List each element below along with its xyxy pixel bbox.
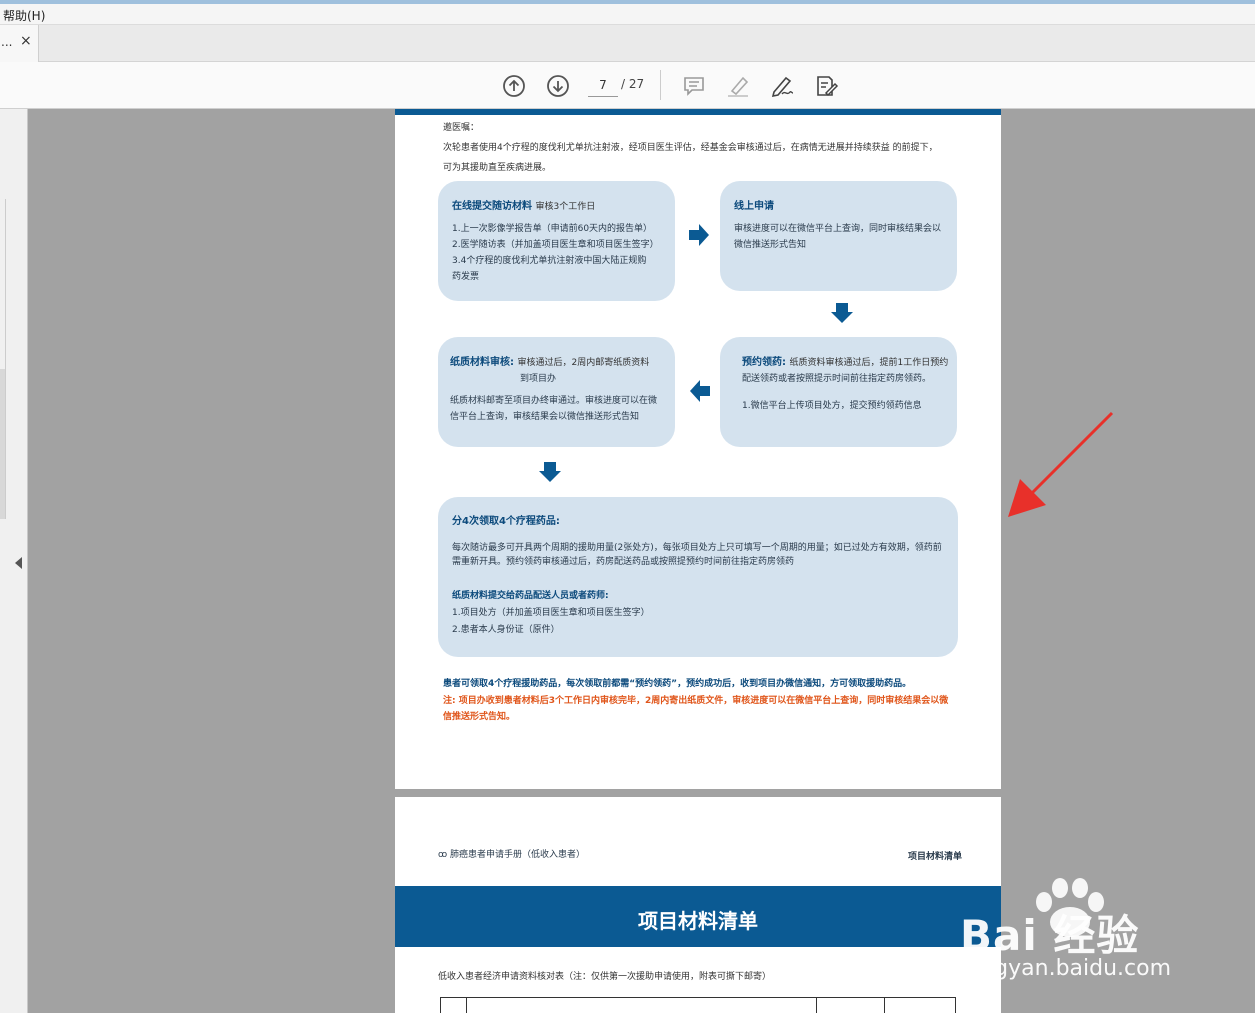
page-header-band (395, 109, 1001, 115)
tab-bar: ... × (0, 25, 1255, 62)
box5-title: 分4次领取4个疗程药品: (452, 516, 560, 527)
menu-help[interactable]: 帮助(H) (3, 7, 45, 24)
comment-icon (684, 77, 704, 96)
box4-title: 预约领药: (742, 357, 786, 368)
toolbar-divider (660, 70, 661, 100)
box3-title-note: 审核通过后，2周内邮寄纸质资料 (517, 358, 650, 368)
arrow-right-icon (689, 224, 709, 246)
page-number-input[interactable]: 7 (588, 73, 618, 97)
highlight-pen-icon (728, 76, 749, 97)
comment-button[interactable] (680, 72, 708, 100)
box2-line-1: 审核进度可以在微信平台上查询，同时审核结果会以 (734, 224, 942, 234)
box1-title-row: 在线提交随访材料 审核3个工作日 (452, 199, 595, 215)
box1-title: 在线提交随访材料 (452, 201, 532, 212)
box3-title: 纸质材料审核: (450, 357, 514, 368)
note-blue: 患者可领取4个疗程援助药品，每次领取前都需“预约领药”，预约成功后，收到项目办微… (443, 679, 912, 689)
header-left-text: 肺癌患者申请手册（低收入患者） (450, 850, 586, 860)
box4-line-3: 1.微信平台上传项目处方，提交预约领药信息 (742, 401, 922, 411)
page-total: / 27 (621, 77, 645, 91)
annotation-arrow-icon (1008, 411, 1114, 517)
collapse-panel-icon[interactable] (15, 557, 22, 569)
pdf-page-7: 邀医嘱： 次轮患者使用4个疗程的度伐利尤单抗注射液，经项目医生评估，经基金会审核… (395, 109, 1001, 789)
step-box-paper-review: 纸质材料审核: 审核通过后，2周内邮寄纸质资料 到项目办 纸质材料邮寄至项目办终… (438, 337, 675, 447)
arrow-left-icon (690, 380, 710, 402)
box1-item-4: 药发票 (452, 272, 480, 282)
pdf-page-8: ꝏ 肺癌患者申请手册（低收入患者） 项目材料清单 项目材料清单 低收入患者经济申… (395, 797, 1001, 1013)
box4-title-note: 纸质资料审核通过后，提前1工作日预约 (789, 358, 949, 368)
left-nav-panel (0, 109, 28, 1013)
box1-title-note: 审核3个工作日 (535, 202, 596, 212)
box4-title-row: 预约领药: 纸质资料审核通过后，提前1工作日预约 (742, 355, 948, 371)
arrow-down-icon (539, 462, 561, 482)
box4-line-2: 配送领药或者按照提示时间前往指定药房领药。 (742, 374, 932, 384)
box3-line-1: 纸质材料邮寄至项目办终审通过。审核进度可以在微 (450, 396, 658, 406)
table-rule (466, 998, 467, 1013)
note-orange-line-2: 信推送形式告知。 (443, 712, 516, 722)
intro-line-1: 次轮患者使用4个疗程的度伐利尤单抗注射液，经项目医生评估，经基金会审核通过后，在… (443, 143, 938, 153)
box1-item-2: 2.医学随访表（并加盖项目医生章和项目医生签字） (452, 240, 659, 250)
note-orange-line-1: 注: 项目办收到患者材料后3个工作日内审核完毕，2周内寄出纸质文件，审核进度可以… (443, 696, 949, 706)
box3-title-row: 纸质材料审核: 审核通过后，2周内邮寄纸质资料 (450, 355, 649, 371)
sign-button[interactable] (768, 72, 796, 100)
table-rule (955, 998, 956, 1013)
checklist-table (440, 997, 956, 1013)
tab-title-truncated: ... (1, 35, 13, 49)
page-title: 项目材料清单 (638, 909, 758, 933)
next-page-button[interactable] (544, 72, 572, 100)
step-box-reserve-drug: 预约领药: 纸质资料审核通过后，提前1工作日预约 配送领药或者按照提示时间前往指… (720, 337, 957, 447)
box3-line-2: 信平台上查询，审核结果会以微信推送形式告知 (450, 412, 640, 422)
box1-item-3: 3.4个疗程的度伐利尤单抗注射液中国大陆正规购 (452, 256, 647, 266)
arrow-down-circle-icon (547, 75, 569, 97)
header-right-text: 项目材料清单 (908, 852, 963, 862)
menu-bar: 帮助(H) (0, 4, 1255, 25)
page-header-left: ꝏ 肺癌患者申请手册（低收入患者） (438, 847, 585, 860)
page-label-line: 邀医嘱： (443, 123, 480, 133)
arrow-up-circle-icon (503, 75, 525, 97)
table-rule (816, 998, 817, 1013)
box3-title-note-2: 到项目办 (520, 374, 557, 384)
box5-item-1: 1.项目处方（并加盖项目医生章和项目医生签字） (452, 608, 650, 618)
box5-item-2: 2.患者本人身份证（原件） (452, 625, 560, 635)
step-box-collect-drugs: 分4次领取4个疗程药品: 每次随访最多可开具两个周期的援助用量(2张处方)，每张… (438, 497, 958, 657)
table-rule (440, 998, 441, 1013)
box2-title: 线上申请 (734, 201, 774, 212)
box5-para-2: 需重新开具。预约领药审核通过后，药房配送药品或按照提预约时间前往指定药房领药 (452, 557, 795, 567)
intro-line-2: 可为其援助直至疾病进展。 (443, 163, 552, 173)
box1-item-1: 1.上一次影像学报告单（申请前60天内的报告单） (452, 224, 653, 234)
arrow-down-icon (831, 303, 853, 323)
watermark-brand: Bai 经验 (960, 911, 1140, 960)
nav-panel-scrollbar[interactable] (0, 369, 5, 519)
sign-icon (771, 76, 794, 98)
table-rule (884, 998, 885, 1013)
toolbar: 7 / 27 (0, 62, 1255, 109)
highlight-button[interactable] (724, 72, 752, 100)
box2-line-2: 微信推送形式告知 (734, 240, 807, 250)
tab-close-icon[interactable]: × (20, 33, 32, 49)
edit-form-button[interactable] (812, 72, 840, 100)
previous-page-button[interactable] (500, 72, 528, 100)
document-tab[interactable]: ... × (0, 25, 39, 62)
logo-icon: ꝏ (438, 850, 448, 860)
step-box-online-apply: 线上申请 审核进度可以在微信平台上查询，同时审核结果会以 微信推送形式告知 (720, 181, 957, 291)
page-subtitle: 低收入患者经济申请资料核对表（注：仅供第一次援助申请使用，附表可撕下邮寄） (438, 972, 772, 982)
box5-subtitle: 纸质材料提交给药品配送人员或者药师: (452, 591, 609, 601)
step-box-submit-materials: 在线提交随访材料 审核3个工作日 1.上一次影像学报告单（申请前60天内的报告单… (438, 181, 675, 301)
watermark-url: jingyan.baidu.com (968, 956, 1172, 981)
edit-form-icon (817, 76, 839, 97)
